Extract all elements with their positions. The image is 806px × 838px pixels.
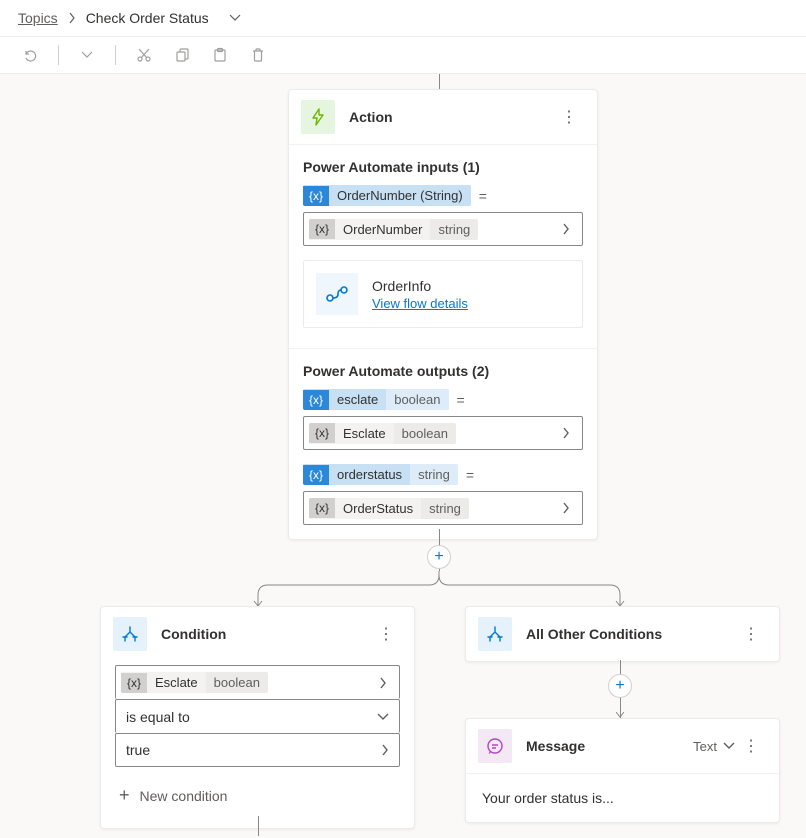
connector-line bbox=[439, 74, 440, 89]
add-node-button[interactable]: + bbox=[427, 545, 451, 569]
variable-name: orderstatus bbox=[329, 464, 410, 485]
breadcrumb: Topics Check Order Status bbox=[0, 0, 806, 37]
variable-name: OrderNumber (String) bbox=[329, 185, 471, 206]
breadcrumb-separator bbox=[68, 12, 76, 24]
flow-details-link[interactable]: View flow details bbox=[372, 296, 468, 311]
redo-dropdown[interactable] bbox=[77, 45, 97, 65]
condition-menu[interactable]: ⋮ bbox=[370, 620, 402, 648]
output-variable-label: {x} orderstatus string = bbox=[303, 464, 583, 485]
variable-type: boolean bbox=[394, 423, 456, 444]
equals-sign: = bbox=[466, 467, 474, 483]
variable-type: string bbox=[430, 219, 478, 240]
other-conditions-menu[interactable]: ⋮ bbox=[735, 620, 767, 648]
new-condition-label: New condition bbox=[140, 788, 228, 804]
chevron-right-icon[interactable] bbox=[552, 223, 580, 235]
message-icon bbox=[478, 729, 512, 763]
output-variable-label: {x} esclate boolean = bbox=[303, 389, 583, 410]
message-body[interactable]: Your order status is... bbox=[466, 774, 779, 822]
operator-value: is equal to bbox=[126, 709, 377, 725]
variable-name: OrderNumber bbox=[335, 219, 430, 240]
variable-icon: {x} bbox=[303, 390, 329, 410]
message-type-label: Text bbox=[693, 739, 717, 754]
chevron-right-icon[interactable] bbox=[381, 744, 389, 756]
plus-icon: + bbox=[119, 785, 130, 806]
toolbar-separator bbox=[58, 45, 59, 65]
copy-button[interactable] bbox=[172, 45, 192, 65]
chevron-right-icon[interactable] bbox=[369, 677, 397, 689]
paste-button[interactable] bbox=[210, 45, 230, 65]
outputs-section-label: Power Automate outputs (2) bbox=[303, 363, 583, 379]
delete-button[interactable] bbox=[248, 45, 268, 65]
input-variable-label: {x} OrderNumber (String) = bbox=[303, 185, 583, 206]
chevron-right-icon[interactable] bbox=[552, 502, 580, 514]
variable-name: Esclate bbox=[335, 423, 394, 444]
variable-icon: {x} bbox=[309, 219, 335, 239]
variable-icon: {x} bbox=[303, 186, 329, 206]
variable-type: string bbox=[421, 498, 469, 519]
other-conditions-title: All Other Conditions bbox=[526, 626, 735, 642]
action-card[interactable]: Action ⋮ Power Automate inputs (1) {x} O… bbox=[288, 89, 598, 540]
new-condition-button[interactable]: + New condition bbox=[115, 777, 400, 814]
condition-operator-field[interactable]: is equal to bbox=[115, 699, 400, 733]
variable-name: esclate bbox=[329, 389, 386, 410]
variable-icon: {x} bbox=[309, 423, 335, 443]
output-variable-field[interactable]: {x} OrderStatus string bbox=[303, 491, 583, 525]
variable-icon: {x} bbox=[303, 465, 329, 485]
variable-type: boolean bbox=[206, 672, 268, 693]
canvas[interactable]: Action ⋮ Power Automate inputs (1) {x} O… bbox=[0, 74, 806, 834]
toolbar bbox=[0, 37, 806, 74]
message-card[interactable]: Message Text ⋮ Your order status is... bbox=[465, 718, 780, 823]
variable-name: OrderStatus bbox=[335, 498, 421, 519]
input-variable-field[interactable]: {x} OrderNumber string bbox=[303, 212, 583, 246]
variable-type: string bbox=[410, 464, 458, 485]
chevron-right-icon[interactable] bbox=[552, 427, 580, 439]
variable-icon: {x} bbox=[309, 498, 335, 518]
cut-button[interactable] bbox=[134, 45, 154, 65]
breadcrumb-current: Check Order Status bbox=[86, 10, 209, 26]
flow-name: OrderInfo bbox=[372, 278, 468, 294]
chevron-down-icon bbox=[723, 742, 735, 750]
message-type-selector[interactable]: Text bbox=[693, 739, 735, 754]
breadcrumb-root-link[interactable]: Topics bbox=[18, 10, 58, 26]
variable-icon: {x} bbox=[121, 673, 147, 693]
equals-sign: = bbox=[479, 188, 487, 204]
breadcrumb-dropdown[interactable] bbox=[229, 14, 241, 22]
toolbar-separator bbox=[115, 45, 116, 65]
action-title: Action bbox=[349, 109, 553, 125]
undo-button[interactable] bbox=[20, 45, 40, 65]
equals-sign: = bbox=[457, 392, 465, 408]
action-icon bbox=[301, 100, 335, 134]
action-menu[interactable]: ⋮ bbox=[553, 103, 585, 131]
condition-value: true bbox=[126, 742, 381, 758]
connector-line bbox=[258, 571, 620, 606]
message-title: Message bbox=[526, 738, 693, 754]
variable-name: Esclate bbox=[147, 672, 206, 693]
condition-variable-field[interactable]: {x} Esclate boolean bbox=[115, 665, 400, 699]
inputs-section-label: Power Automate inputs (1) bbox=[303, 159, 583, 175]
flow-info-box: OrderInfo View flow details bbox=[303, 260, 583, 328]
condition-card[interactable]: Condition ⋮ {x} Esclate boolean is equal… bbox=[100, 606, 415, 829]
branch-icon bbox=[113, 617, 147, 651]
flow-icon bbox=[316, 273, 358, 315]
condition-value-field[interactable]: true bbox=[115, 733, 400, 767]
variable-type: boolean bbox=[386, 389, 448, 410]
message-menu[interactable]: ⋮ bbox=[735, 732, 767, 760]
other-conditions-card[interactable]: All Other Conditions ⋮ bbox=[465, 606, 780, 662]
chevron-down-icon[interactable] bbox=[377, 713, 389, 721]
connector-line bbox=[258, 816, 259, 836]
output-variable-field[interactable]: {x} Esclate boolean bbox=[303, 416, 583, 450]
add-node-button[interactable]: + bbox=[608, 674, 632, 698]
branch-icon bbox=[478, 617, 512, 651]
condition-title: Condition bbox=[161, 626, 370, 642]
